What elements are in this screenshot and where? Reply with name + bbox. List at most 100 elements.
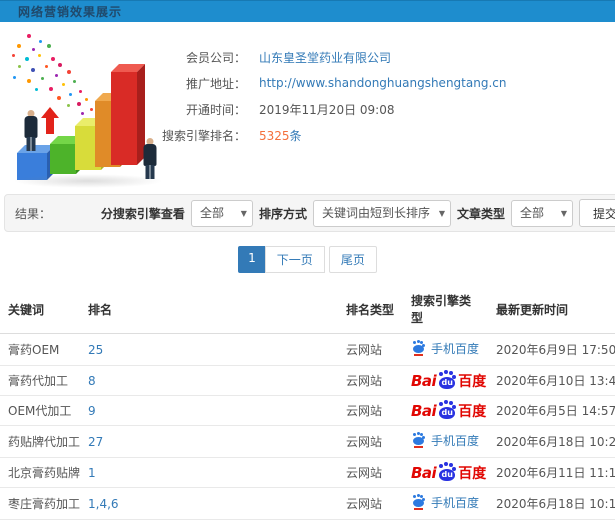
rank-count-unit: 条 (289, 128, 302, 143)
engine-type-cell: Bai du 百度 (403, 365, 488, 396)
keyword-rank-table: 关键词 排名 排名类型 搜索引擎类型 最新更新时间 膏药OEM 25 云网站 手机百… (0, 285, 615, 520)
rank-cell: 1 (80, 457, 338, 488)
page-title: 网络营销效果展示 (18, 5, 123, 19)
confetti-dot (90, 108, 93, 111)
submit-button[interactable]: 提交 (578, 199, 615, 227)
engine-label: 手机百度 (431, 496, 480, 510)
rank-cell: 8 (80, 365, 338, 396)
confetti-dot (45, 65, 48, 68)
chart-bar-5 (111, 64, 145, 165)
open-time-value: 2019年11月20日 09:08 (259, 102, 395, 117)
confetti-dot (35, 88, 38, 91)
col-header-rank-type: 排名类型 (338, 285, 403, 334)
confetti-dot (32, 48, 35, 51)
engine-type-cell: Bai du 百度 (403, 395, 488, 426)
engine-filter-select[interactable]: 全部 ▼ (190, 199, 253, 227)
confetti-dot (67, 70, 71, 74)
businessman-figure-right (142, 138, 158, 186)
rank-link[interactable]: 1,4,6 (88, 497, 119, 511)
company-info-panel: 会员公司： 山东皇圣堂药业有限公司 推广地址： http://www.shand… (158, 44, 615, 148)
summary-section: 会员公司： 山东皇圣堂药业有限公司 推广地址： http://www.shand… (0, 22, 615, 192)
company-name-link[interactable]: 山东皇圣堂药业有限公司 (259, 49, 391, 66)
confetti-dot (13, 76, 16, 79)
confetti-dot (58, 63, 62, 67)
info-row-url: 推广地址： http://www.shandonghuangshengtang.… (158, 70, 615, 96)
confetti-dot (69, 93, 72, 96)
table-header-row: 关键词 排名 排名类型 搜索引擎类型 最新更新时间 (0, 285, 615, 334)
info-row-opened: 开通时间： 2019年11月20日 09:08 (158, 96, 615, 122)
engine-type-cell: 手机百度 (403, 333, 488, 366)
promo-url-link[interactable]: http://www.shandonghuangshengtang.cn (259, 76, 506, 90)
promo-url-label: 推广地址： (185, 76, 246, 91)
confetti-dot (85, 98, 88, 101)
rank-type-cell: 云网站 (338, 395, 403, 426)
updated-cell: 2020年6月18日 10:19 (488, 487, 615, 520)
updated-cell: 2020年6月5日 14:57 (488, 395, 615, 426)
col-header-updated: 最新更新时间 (488, 285, 615, 334)
updated-cell: 2020年6月9日 17:50 (488, 333, 615, 366)
engine-label: 手机百度 (431, 434, 480, 448)
page-1-button[interactable]: 1 (238, 246, 266, 273)
baidu-logo-icon: Bai du 百度 (411, 402, 487, 420)
keyword-cell: 膏药代加工 (0, 365, 80, 396)
engine-type-cell: Bai du 百度 (403, 457, 488, 488)
confetti-dot (47, 44, 51, 48)
engine-filter-label: 分搜索引擎查看 (100, 206, 185, 221)
engine-type-cell: 手机百度 (403, 487, 488, 520)
confetti-dot (73, 80, 76, 83)
rank-count-number: 5325 (259, 128, 290, 143)
col-header-keyword: 关键词 (0, 285, 80, 334)
sort-label: 排序方式 (258, 206, 307, 221)
baidu-logo-icon: Bai du 百度 (411, 464, 487, 482)
company-label: 会员公司： (185, 50, 246, 65)
confetti-dot (25, 57, 29, 61)
engine-label: 百度 (458, 466, 487, 482)
info-row-rank-count: 搜索引擎排名： 5325条 (158, 122, 615, 148)
table-row: 枣庄膏药加工 1,4,6 云网站 手机百度 2020年6月18日 10:19 (0, 487, 615, 520)
col-header-rank: 排名 (80, 285, 338, 334)
keyword-cell: 枣庄膏药加工 (0, 487, 80, 520)
confetti-dot (41, 77, 44, 80)
next-page-button[interactable]: 下一页 (264, 246, 325, 273)
keyword-cell: 北京膏药贴牌 (0, 457, 80, 488)
confetti-dot (27, 34, 31, 38)
rank-link[interactable]: 27 (88, 435, 103, 449)
rank-cell: 9 (80, 395, 338, 426)
table-row: OEM代加工 9 云网站 Bai du 百度 2020年6月5日 14:57 (0, 395, 615, 426)
baidu-logo-icon: Bai du 百度 (411, 372, 487, 390)
rank-link[interactable]: 1 (88, 466, 96, 480)
chevron-down-icon: ▼ (560, 208, 567, 218)
confetti-dot (38, 54, 41, 57)
engine-label: 百度 (458, 404, 487, 420)
sort-select[interactable]: 关键词由短到长排序 ▼ (312, 199, 451, 227)
rank-cell: 25 (80, 333, 338, 366)
mobile-baidu-icon (411, 495, 426, 510)
last-page-button[interactable]: 尾页 (328, 246, 377, 273)
article-type-label: 文章类型 (456, 206, 505, 221)
rank-type-cell: 云网站 (338, 365, 403, 396)
col-header-engine-type: 搜索引擎类型 (403, 285, 488, 334)
rank-link[interactable]: 8 (88, 374, 96, 388)
rank-type-cell: 云网站 (338, 487, 403, 520)
confetti-dot (49, 87, 53, 91)
table-row: 膏药代加工 8 云网站 Bai du 百度 2020年6月10日 13:40 (0, 365, 615, 396)
updated-cell: 2020年6月11日 11:18 (488, 457, 615, 488)
confetti-dot (17, 44, 21, 48)
filter-bar: 结果： 分搜索引擎查看 全部 ▼ 排序方式 关键词由短到长排序 ▼ 文章类型 全… (4, 194, 615, 232)
rank-type-cell: 云网站 (338, 425, 403, 458)
table-row: 北京膏药贴牌 1 云网站 Bai du 百度 2020年6月11日 11:18 (0, 457, 615, 488)
rank-link[interactable]: 9 (88, 404, 96, 418)
table-row: 药贴牌代加工 27 云网站 手机百度 2020年6月18日 10:25 (0, 425, 615, 458)
mobile-baidu-icon (411, 341, 426, 356)
article-type-select[interactable]: 全部 ▼ (510, 199, 573, 227)
businessman-figure-left (23, 110, 39, 152)
table-row: 膏药OEM 25 云网站 手机百度 2020年6月9日 17:50 (0, 333, 615, 366)
info-row-company: 会员公司： 山东皇圣堂药业有限公司 (158, 44, 615, 70)
keyword-cell: OEM代加工 (0, 395, 80, 426)
confetti-dot (27, 79, 31, 83)
rank-link[interactable]: 25 (88, 343, 103, 357)
confetti-dot (77, 102, 81, 106)
keyword-cell: 膏药OEM (0, 333, 80, 366)
confetti-dot (79, 90, 82, 93)
confetti-dot (57, 96, 61, 100)
